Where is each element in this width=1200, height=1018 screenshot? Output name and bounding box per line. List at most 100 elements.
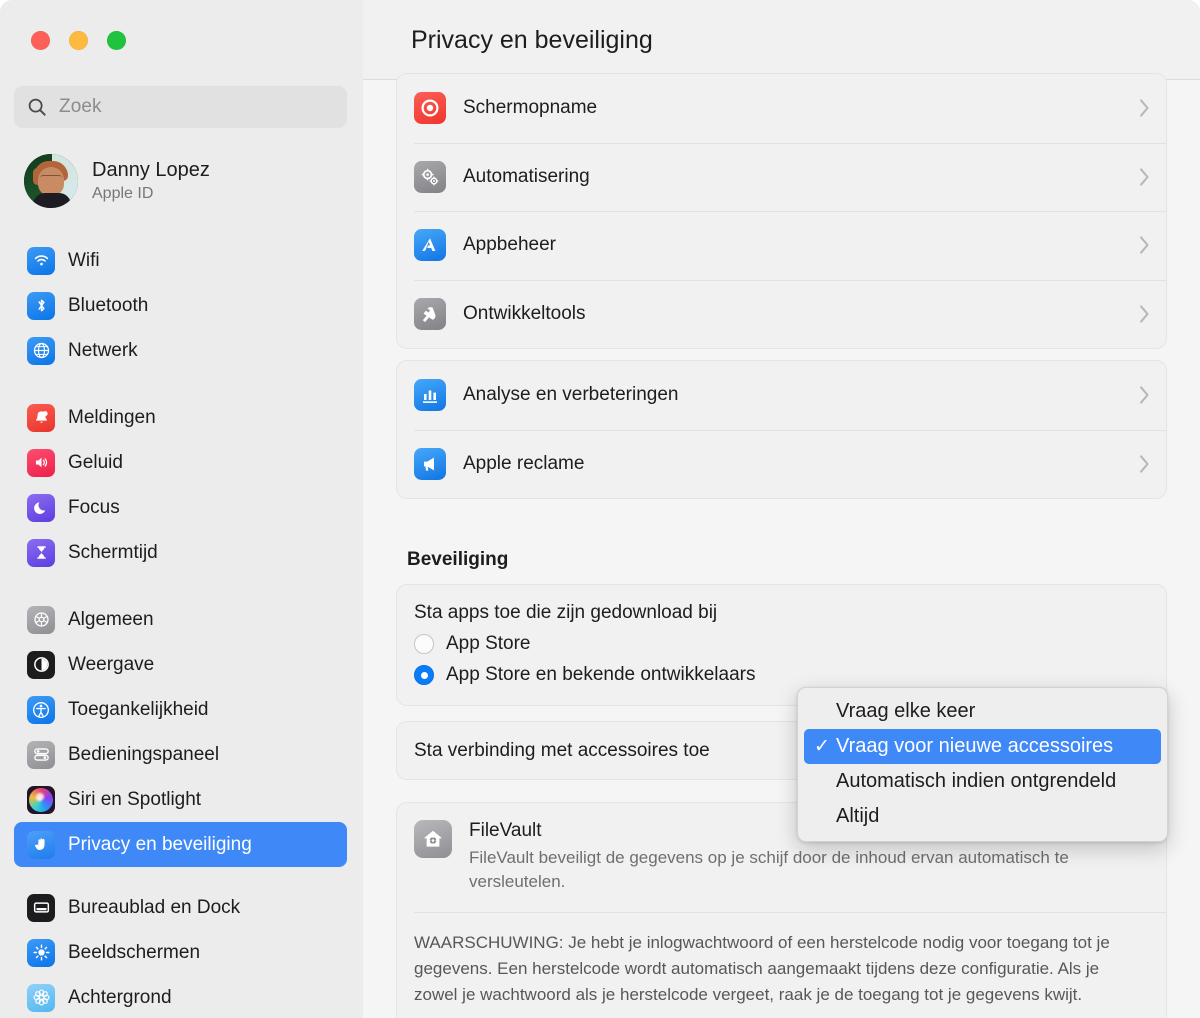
allow-apps-label: Sta apps toe die zijn gedownload bij [414, 602, 718, 623]
sidebar-item-label: Beeldschermen [68, 941, 201, 963]
search-placeholder: Zoek [59, 96, 102, 117]
menu-item-automatisch-indien-ontgrendeld[interactable]: Automatisch indien ontgrendeld [804, 764, 1161, 799]
wifi-icon [27, 246, 55, 275]
menu-item-label: Altijd [836, 805, 880, 827]
sidebar-group-general: Algemeen Weergave Toegankelijkheid Bedie… [14, 597, 347, 867]
sidebar-group-system: Meldingen Geluid Focus Schermtijd [14, 395, 347, 575]
flower-icon [27, 983, 55, 1012]
sidebar-item-achtergrond[interactable]: Achtergrond [14, 975, 347, 1018]
menu-item-vraag-elke-keer[interactable]: Vraag elke keer [804, 694, 1161, 729]
radio-option-app-store-en-bekende-ontwikkelaars[interactable]: App Store en bekende ontwikkelaars [414, 664, 1149, 686]
menu-item-vraag-voor-nieuwe-accessoires[interactable]: ✓ Vraag voor nieuwe accessoires [804, 729, 1161, 764]
contrast-icon [27, 650, 55, 679]
sidebar-item-schermtijd[interactable]: Schermtijd [14, 530, 347, 575]
account-subtitle: Apple ID [92, 184, 154, 202]
sidebar-item-label: Bedieningspaneel [68, 743, 220, 765]
menu-item-altijd[interactable]: Altijd [804, 799, 1161, 834]
sidebar-item-netwerk[interactable]: Netwerk [14, 328, 347, 373]
account-name: Danny Lopez [92, 158, 210, 181]
filevault-warning: WAARSCHUWING: Je hebt je inlogwachtwoord… [414, 933, 1110, 1004]
chevron-right-icon [1140, 236, 1149, 254]
sidebar-item-geluid[interactable]: Geluid [14, 440, 347, 485]
section-title-beveiliging: Beveiliging [407, 549, 509, 570]
avatar [24, 154, 78, 208]
accessibility-icon [27, 695, 55, 724]
close-button[interactable] [31, 31, 50, 50]
filevault-description: FileVault beveiligt de gegevens op je sc… [469, 848, 1069, 892]
developer-tools-icon [414, 297, 446, 330]
list-item-label: Schermopname [463, 97, 598, 119]
accessories-label: Sta verbinding met accessoires toe [414, 739, 710, 761]
settings-content: Schermopname Automatisering Appbeheer On… [363, 73, 1200, 1018]
page-title: Privacy en beveiliging [411, 26, 653, 54]
list-item-automatisering[interactable]: Automatisering [397, 142, 1166, 212]
minimize-button[interactable] [69, 31, 88, 50]
screen-recording-icon [414, 92, 446, 125]
hand-icon [27, 830, 55, 859]
dock-icon [27, 893, 55, 922]
sidebar-item-focus[interactable]: Focus [14, 485, 347, 530]
chevron-right-icon [1140, 168, 1149, 186]
bluetooth-icon [27, 291, 55, 320]
filevault-title: FileVault [469, 820, 542, 841]
radio-option-app-store[interactable]: App Store [414, 633, 1149, 655]
list-item-appbeheer[interactable]: Appbeheer [397, 211, 1166, 280]
sidebar-item-label: Algemeen [68, 608, 154, 630]
account-row[interactable]: Danny Lopez Apple ID [14, 149, 347, 213]
bell-icon [27, 403, 55, 432]
privacy-permissions-card: Schermopname Automatisering Appbeheer On… [396, 73, 1167, 349]
sidebar-item-label: Weergave [68, 653, 155, 675]
app-management-icon [414, 229, 446, 262]
sidebar-item-weergave[interactable]: Weergave [14, 642, 347, 687]
chevron-right-icon [1140, 386, 1149, 404]
sidebar-item-label: Privacy en beveiliging [68, 833, 252, 855]
sidebar-item-label: Focus [68, 496, 120, 518]
list-item-label: Automatisering [463, 165, 590, 187]
zoom-button[interactable] [107, 31, 126, 50]
sidebar-item-algemeen[interactable]: Algemeen [14, 597, 347, 642]
radio-button[interactable] [414, 665, 434, 685]
sidebar: Zoek Danny Lopez Apple ID Wifi Bluetooth… [0, 0, 363, 1018]
sidebar-item-beeldschermen[interactable]: Beeldschermen [14, 930, 347, 975]
gear-icon [27, 605, 55, 634]
list-item-analyse-en-verbeteringen[interactable]: Analyse en verbeteringen [397, 361, 1166, 430]
chevron-right-icon [1140, 99, 1149, 117]
analytics-icon [414, 379, 446, 412]
list-item-ontwikkeltools[interactable]: Ontwikkeltools [397, 279, 1166, 349]
menu-item-label: Automatisch indien ontgrendeld [836, 770, 1117, 792]
list-item-schermopname[interactable]: Schermopname [397, 74, 1166, 143]
sidebar-item-bluetooth[interactable]: Bluetooth [14, 283, 347, 328]
sidebar-item-siri-en-spotlight[interactable]: Siri en Spotlight [14, 777, 347, 822]
globe-icon [27, 336, 55, 365]
sidebar-item-label: Bureaublad en Dock [68, 896, 241, 918]
toolbar: Privacy en beveiliging [363, 0, 1200, 80]
list-item-label: Apple reclame [463, 452, 585, 474]
sidebar-item-toegankelijkheid[interactable]: Toegankelijkheid [14, 687, 347, 732]
sidebar-item-wifi[interactable]: Wifi [14, 238, 347, 283]
sidebar-item-label: Bluetooth [68, 294, 149, 316]
sidebar-group-appearance: Bureaublad en Dock Beeldschermen Achterg… [14, 885, 347, 1018]
sidebar-item-bureaublad-en-dock[interactable]: Bureaublad en Dock [14, 885, 347, 930]
sidebar-item-bedieningspaneel[interactable]: Bedieningspaneel [14, 732, 347, 777]
sidebar-item-label: Meldingen [68, 406, 156, 428]
chevron-right-icon [1140, 305, 1149, 323]
apple-advertising-icon [414, 447, 446, 480]
radio-label: App Store [446, 633, 531, 654]
brightness-icon [27, 938, 55, 967]
radio-button[interactable] [414, 634, 434, 654]
sidebar-item-privacy-en-beveiliging[interactable]: Privacy en beveiliging [14, 822, 347, 867]
list-item-label: Appbeheer [463, 234, 556, 256]
settings-window: Zoek Danny Lopez Apple ID Wifi Bluetooth… [0, 0, 1200, 1018]
control-center-icon [27, 740, 55, 769]
analytics-card: Analyse en verbeteringen Apple reclame [396, 360, 1167, 499]
sidebar-item-label: Siri en Spotlight [68, 788, 202, 810]
list-item-apple-reclame[interactable]: Apple reclame [397, 429, 1166, 499]
window-controls [31, 31, 126, 50]
menu-item-label: Vraag elke keer [836, 700, 976, 722]
sidebar-item-meldingen[interactable]: Meldingen [14, 395, 347, 440]
search-input[interactable]: Zoek [14, 86, 347, 128]
accessories-dropdown-menu[interactable]: Vraag elke keer ✓ Vraag voor nieuwe acce… [797, 687, 1168, 842]
menu-item-label: Vraag voor nieuwe accessoires [836, 735, 1114, 757]
radio-label: App Store en bekende ontwikkelaars [446, 664, 756, 685]
chevron-right-icon [1140, 455, 1149, 473]
